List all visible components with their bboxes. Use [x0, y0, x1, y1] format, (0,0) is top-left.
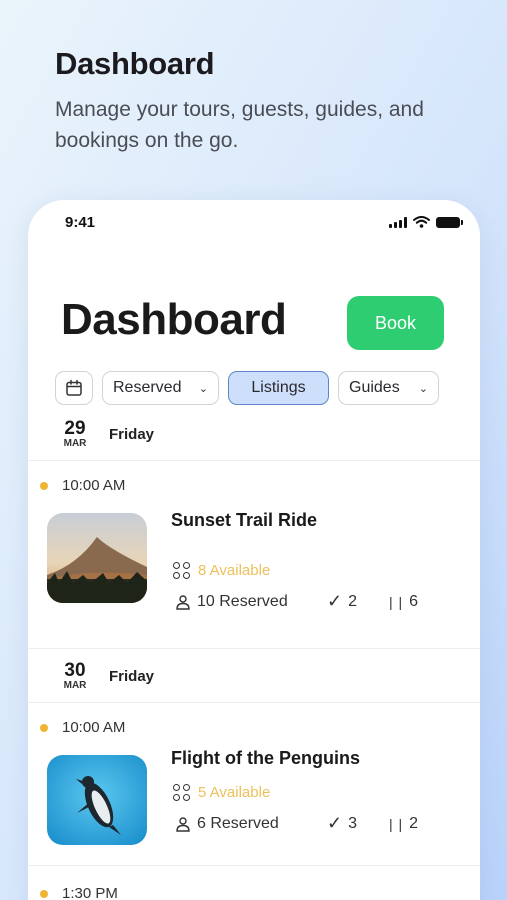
time-slot: 1:30 PM [40, 885, 118, 900]
divider [28, 460, 480, 461]
date-header: 29 MAR Friday [61, 419, 154, 449]
time-label: 10:00 AM [62, 477, 126, 494]
chevron-down-icon: ⌄ [418, 382, 428, 395]
date-month: MAR [63, 680, 87, 691]
reserved-count: 10 Reserved [197, 592, 288, 610]
person-icon [176, 816, 190, 832]
listing-thumbnail-penguin[interactable] [47, 755, 147, 845]
wifi-icon [413, 216, 430, 228]
filter-bar: Reserved ⌄ Listings Guides ⌄ [55, 371, 439, 405]
listing-title[interactable]: Flight of the Penguins [171, 748, 360, 769]
checkmark-icon: ✓ [327, 591, 343, 611]
date-weekday: Friday [109, 425, 155, 443]
reserved-filter-label: Reserved [113, 379, 182, 396]
page-title: Dashboard [61, 295, 287, 344]
divider [28, 702, 480, 703]
seats-icon [173, 784, 190, 801]
reserved-filter-dropdown[interactable]: Reserved ⌄ [102, 371, 219, 405]
cellular-signal-icon [389, 216, 407, 228]
status-icons [389, 216, 463, 228]
listings-filter-tab[interactable]: Listings [228, 371, 329, 405]
availability: 8 Available [173, 562, 270, 579]
status-dot [40, 889, 48, 898]
divider [28, 648, 480, 649]
listing-title[interactable]: Sunset Trail Ride [171, 510, 317, 531]
date-weekday: Friday [109, 667, 155, 685]
chevron-down-icon: ⌄ [198, 382, 208, 395]
availability: 5 Available [173, 784, 270, 801]
calendar-filter-button[interactable] [55, 371, 93, 405]
date-day: 29 [64, 418, 86, 439]
listing-stats: 10 Reserved ✓ 2 | | 6 [175, 591, 418, 612]
guides-filter-label: Guides [349, 379, 400, 396]
paused-stat: | | 2 [389, 815, 418, 833]
book-button[interactable]: Book [347, 296, 444, 350]
time-label: 10:00 AM [62, 719, 126, 736]
battery-icon [436, 216, 463, 228]
seats-icon [173, 562, 190, 579]
paused-count: 2 [409, 814, 419, 832]
listing-stats: 6 Reserved ✓ 3 | | 2 [175, 813, 418, 834]
checked-in-stat: ✓ 2 [327, 591, 389, 612]
checkmark-icon: ✓ [327, 813, 343, 833]
paused-stat: | | 6 [389, 593, 418, 611]
pause-icon: | | [389, 815, 404, 832]
status-dot [40, 723, 48, 732]
listings-filter-label: Listings [251, 379, 306, 396]
checked-in-count: 2 [348, 592, 357, 610]
checked-in-stat: ✓ 3 [327, 813, 389, 834]
guides-filter-dropdown[interactable]: Guides ⌄ [338, 371, 439, 405]
time-slot: 10:00 AM [40, 719, 125, 736]
status-time: 9:41 [65, 214, 96, 231]
pause-icon: | | [389, 593, 404, 610]
reserved-stat: 6 Reserved [175, 815, 327, 833]
date-month: MAR [63, 438, 87, 449]
promo-title: Dashboard [55, 46, 215, 81]
time-label: 1:30 PM [62, 885, 118, 900]
date-badge: 29 MAR [61, 419, 89, 449]
available-count: 5 Available [198, 784, 271, 801]
available-count: 8 Available [198, 562, 271, 579]
reserved-stat: 10 Reserved [175, 593, 327, 611]
person-icon [176, 594, 190, 610]
promo-subtitle: Manage your tours, guests, guides, and b… [55, 98, 424, 152]
date-day: 30 [64, 660, 86, 681]
reserved-count: 6 Reserved [197, 814, 279, 832]
listing-thumbnail-sunset[interactable] [47, 513, 147, 603]
time-slot: 10:00 AM [40, 477, 125, 494]
checked-in-count: 3 [348, 814, 357, 832]
divider [28, 865, 480, 866]
date-badge: 30 MAR [61, 661, 89, 691]
phone-screen: 9:41 Dashboard Book Reserved ⌄ Listings … [28, 200, 480, 900]
calendar-icon [66, 379, 82, 396]
date-header: 30 MAR Friday [61, 661, 154, 691]
status-dot [40, 481, 48, 490]
paused-count: 6 [409, 592, 419, 610]
